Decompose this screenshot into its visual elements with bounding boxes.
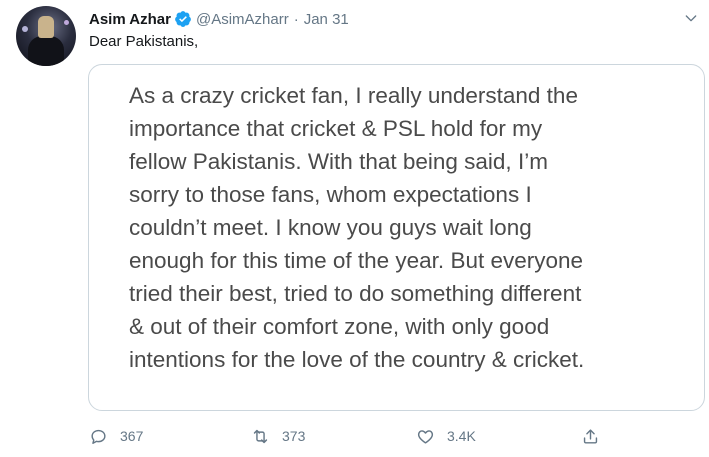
reply-button[interactable]: 367 [89, 423, 143, 449]
verified-badge-icon [175, 11, 191, 27]
avatar-light [64, 20, 69, 25]
media-text-line: & out of their comfort zone, with only g… [129, 314, 550, 339]
tweet-actions: 367 373 3.4K [88, 423, 648, 449]
media-text-line: intentions for the love of the country &… [129, 347, 585, 372]
avatar-light [22, 26, 28, 32]
like-button[interactable]: 3.4K [416, 423, 476, 449]
author-handle[interactable]: @AsimAzharr [196, 11, 289, 28]
chevron-down-icon[interactable] [683, 10, 699, 26]
tweet-header: Asim Azhar @AsimAzharr · Jan 31 [89, 9, 349, 29]
media-statement-text: As a crazy cricket fan, I really underst… [129, 79, 689, 376]
reply-count: 367 [120, 428, 144, 444]
retweet-icon [253, 429, 268, 443]
media-text-line: enough for this time of the year. But ev… [129, 248, 584, 273]
retweet-count: 373 [282, 428, 306, 444]
retweet-button[interactable]: 373 [251, 423, 305, 449]
reply-icon [91, 429, 106, 444]
tweet-media-image[interactable]: As a crazy cricket fan, I really underst… [88, 64, 705, 411]
share-button[interactable] [581, 423, 600, 449]
share-icon [583, 428, 598, 444]
author-name[interactable]: Asim Azhar [89, 11, 171, 28]
avatar-figure-body [28, 36, 64, 66]
avatar-figure-head [38, 16, 54, 38]
avatar[interactable] [16, 6, 76, 66]
like-icon [417, 429, 434, 444]
tweet-text: Dear Pakistanis, [89, 33, 199, 50]
media-text-line: importance that cricket & PSL hold for m… [129, 116, 543, 141]
media-text-line: fellow Pakistanis. With that being said,… [129, 149, 548, 174]
separator-dot: · [293, 10, 299, 28]
tweet-date[interactable]: Jan 31 [304, 11, 349, 28]
tweet[interactable]: Asim Azhar @AsimAzharr · Jan 31 Dear Pak… [0, 0, 709, 457]
media-text-line: couldn’t meet. I know you guys wait long [129, 215, 532, 240]
like-count: 3.4K [447, 428, 476, 444]
media-text-line: tried their best, tried to do something … [129, 281, 582, 306]
media-text-line: sorry to those fans, whom expectations I [129, 182, 532, 207]
media-text-line: As a crazy cricket fan, I really underst… [129, 83, 578, 108]
